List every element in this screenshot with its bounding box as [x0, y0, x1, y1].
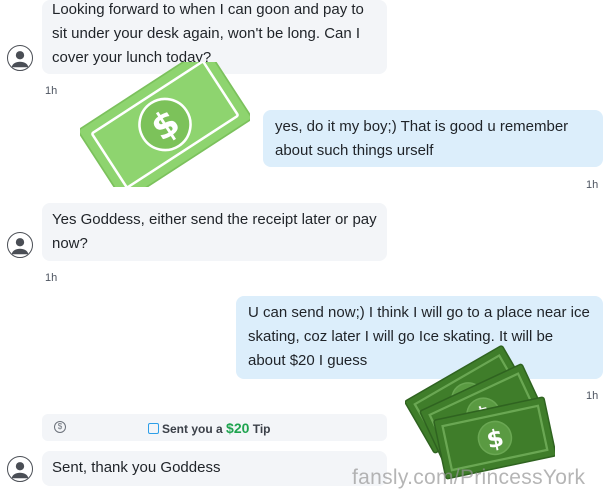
message-text: Sent, thank you Goddess — [52, 459, 221, 476]
message-text: Yes Goddess, either send the receipt lat… — [52, 211, 377, 252]
tip-prefix: Sent you a — [162, 422, 223, 436]
user-icon — [11, 51, 29, 68]
user-icon — [11, 462, 29, 479]
note-icon — [148, 423, 159, 434]
tip-suffix: Tip — [252, 422, 271, 436]
tip-amount: $20 — [226, 420, 250, 436]
coin-icon: $ — [54, 421, 66, 433]
user-avatar[interactable] — [7, 232, 33, 258]
message-time: 1h — [586, 390, 599, 402]
message-text: Looking forward to when I can goon and p… — [52, 1, 364, 66]
message-text: yes, do it my boy;) That is good u remem… — [275, 118, 569, 159]
watermark: fansly.com/PrincessYork — [352, 466, 586, 489]
message-bubble-outgoing: yes, do it my boy;) That is good u remem… — [263, 110, 603, 167]
user-icon — [11, 238, 29, 255]
message-time: 1h — [45, 272, 58, 284]
tip-text: Sent you a $20 Tip — [148, 420, 271, 436]
money-stack-sticker: $ $ $ — [405, 345, 555, 480]
money-bill-sticker: $ — [80, 62, 250, 187]
message-time: 1h — [45, 85, 58, 97]
message-bubble-incoming: Yes Goddess, either send the receipt lat… — [42, 203, 387, 261]
tip-notification: $ Sent you a $20 Tip — [42, 414, 387, 441]
message-time: 1h — [586, 179, 599, 191]
user-avatar[interactable] — [7, 45, 33, 71]
message-bubble-incoming: Sent, thank you Goddess — [42, 451, 387, 486]
user-avatar[interactable] — [7, 456, 33, 482]
